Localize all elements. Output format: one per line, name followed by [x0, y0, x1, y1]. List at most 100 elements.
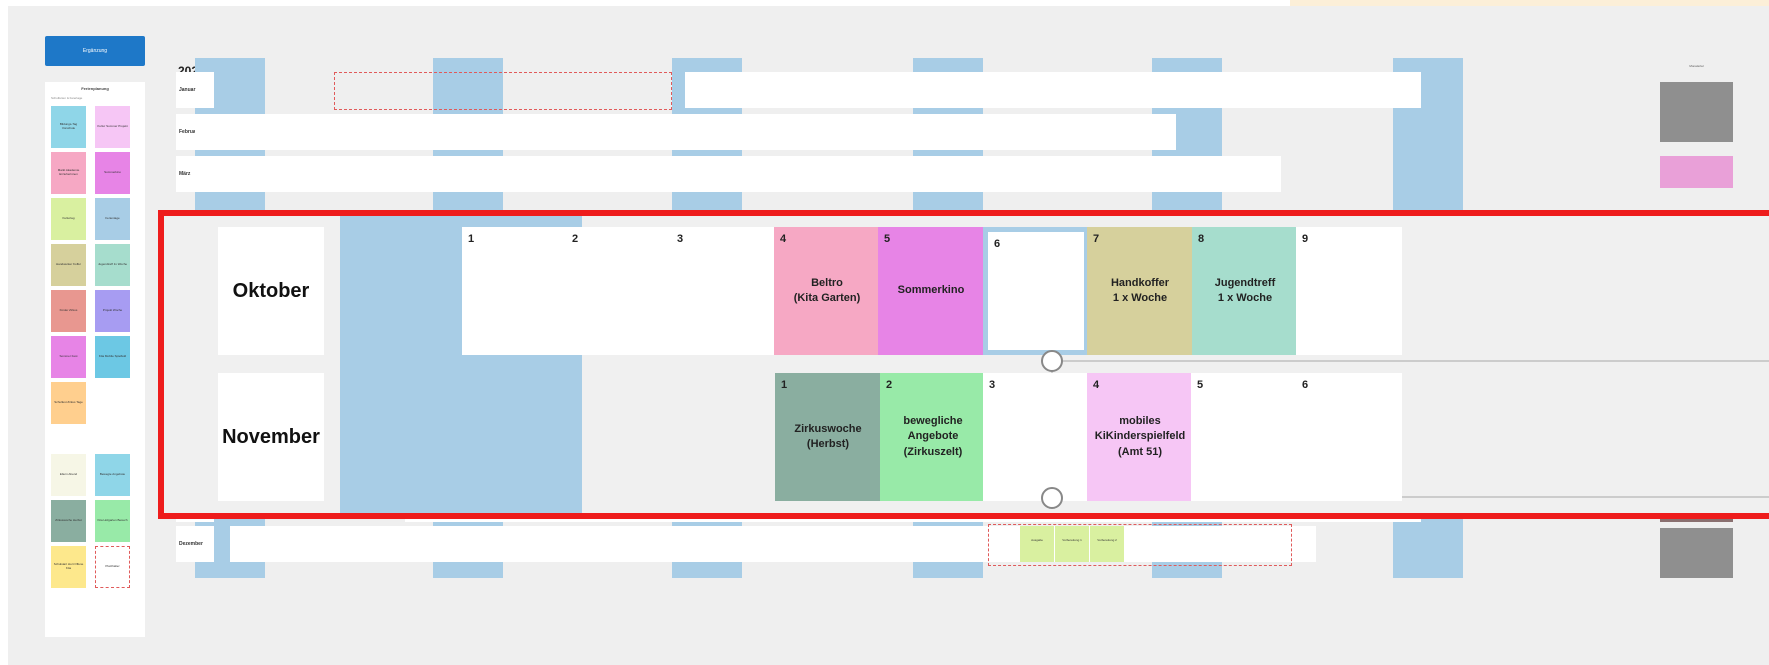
day-cell[interactable] — [370, 526, 406, 562]
day-cell[interactable] — [1210, 72, 1246, 108]
day-cell[interactable] — [860, 72, 896, 108]
day-cell[interactable] — [685, 114, 721, 150]
legend-item[interactable]: Jugendtreff 1x Woche — [95, 244, 130, 286]
day-cell[interactable] — [1350, 72, 1386, 108]
day-cell[interactable] — [650, 526, 686, 562]
zoom-day-cell[interactable]: 3 — [671, 227, 777, 355]
legend-item[interactable]: Markt Akademie Erzieherinnen — [51, 152, 86, 194]
day-cell[interactable] — [1175, 156, 1211, 192]
day-cell[interactable] — [545, 114, 581, 150]
day-cell[interactable] — [965, 156, 1001, 192]
day-cell[interactable] — [720, 72, 756, 108]
day-cell[interactable] — [405, 526, 441, 562]
day-cell[interactable] — [615, 526, 651, 562]
legend-item[interactable]: Kultur Sommer Projekt — [95, 106, 130, 148]
day-cell[interactable] — [685, 156, 721, 192]
day-cell[interactable] — [965, 72, 1001, 108]
day-cell[interactable] — [1140, 72, 1176, 108]
day-cell[interactable] — [475, 156, 511, 192]
legend-item[interactable]: Zirkuswoche Herbst — [51, 500, 86, 542]
selection-handle-bottom[interactable] — [1041, 487, 1063, 509]
zoom-day-cell[interactable]: 2 bewegliche Angebote (Zirkuszelt) — [880, 373, 986, 501]
day-cell[interactable] — [860, 156, 896, 192]
monthly-goal-december[interactable] — [1660, 528, 1733, 578]
day-cell[interactable] — [615, 156, 651, 192]
day-cell[interactable] — [300, 114, 336, 150]
day-cell[interactable] — [1140, 114, 1176, 150]
zoom-day-cell[interactable]: 6 — [1296, 373, 1402, 501]
day-cell[interactable] — [580, 156, 616, 192]
day-cell[interactable] — [930, 114, 966, 150]
day-cell[interactable] — [1105, 156, 1141, 192]
day-cell[interactable] — [265, 114, 301, 150]
legend-item[interactable]: Platzhalter — [95, 546, 130, 588]
day-cell[interactable] — [510, 156, 546, 192]
zoom-day-cell[interactable]: 9 — [1296, 227, 1402, 355]
day-cell[interactable] — [1105, 72, 1141, 108]
day-cell[interactable] — [615, 114, 651, 150]
day-cell[interactable] — [825, 526, 861, 562]
day-cell[interactable] — [300, 156, 336, 192]
day-cell[interactable] — [1280, 72, 1316, 108]
day-cell[interactable] — [475, 114, 511, 150]
day-cell[interactable] — [1000, 156, 1036, 192]
day-cell[interactable] — [1035, 156, 1071, 192]
december-tag-1[interactable]: Ausgabe — [1020, 526, 1054, 562]
zoom-day-cell[interactable]: 4 Beltro (Kita Garten) — [774, 227, 880, 355]
monthly-goal-march[interactable] — [1660, 156, 1733, 188]
day-cell[interactable] — [440, 114, 476, 150]
day-cell[interactable] — [510, 114, 546, 150]
legend-item[interactable]: Handwerker Koffer — [51, 244, 86, 286]
day-cell[interactable] — [755, 526, 791, 562]
day-cell[interactable] — [335, 526, 371, 562]
day-cell[interactable] — [1385, 72, 1421, 108]
december-tag-2[interactable]: Vorbereitung 1 — [1055, 526, 1089, 562]
day-cell[interactable] — [1070, 72, 1106, 108]
day-cell[interactable] — [895, 114, 931, 150]
day-cell[interactable] — [720, 526, 756, 562]
day-cell[interactable] — [1000, 72, 1036, 108]
day-cell[interactable] — [1210, 156, 1246, 192]
day-cell[interactable] — [440, 526, 476, 562]
day-cell[interactable] — [1245, 72, 1281, 108]
day-cell[interactable] — [755, 72, 791, 108]
day-cell[interactable] — [335, 114, 371, 150]
monthly-goal-january[interactable] — [1660, 82, 1733, 142]
legend-item[interactable]: Bewegte Angebote — [95, 454, 130, 496]
day-cell[interactable] — [650, 114, 686, 150]
day-cell[interactable] — [405, 114, 441, 150]
day-cell[interactable] — [895, 526, 931, 562]
selection-handle-top[interactable] — [1041, 350, 1063, 372]
legend-item[interactable]: Schulfest Zirkus Tage — [51, 382, 86, 424]
zoom-day-cell[interactable]: 3 — [983, 373, 1089, 501]
day-cell[interactable] — [265, 156, 301, 192]
day-cell[interactable] — [580, 114, 616, 150]
day-cell[interactable] — [545, 156, 581, 192]
day-cell[interactable] — [230, 114, 266, 150]
day-cell[interactable] — [860, 114, 896, 150]
day-cell[interactable] — [1070, 156, 1106, 192]
day-cell[interactable] — [1035, 72, 1071, 108]
day-cell[interactable] — [545, 526, 581, 562]
zoom-day-cell[interactable]: 1 — [462, 227, 568, 355]
day-cell[interactable] — [685, 526, 721, 562]
day-cell[interactable] — [790, 114, 826, 150]
legend-item[interactable]: Sommerkino — [95, 152, 130, 194]
day-cell[interactable] — [930, 156, 966, 192]
day-cell[interactable] — [580, 526, 616, 562]
day-cell[interactable] — [1175, 72, 1211, 108]
zoom-day-cell[interactable]: 5 — [1191, 373, 1297, 501]
day-cell[interactable] — [195, 114, 231, 150]
day-cell[interactable] — [930, 526, 966, 562]
primary-button[interactable]: Ergänzung — [45, 36, 145, 66]
legend-item[interactable]: Kita Mobile Spielfeld — [95, 336, 130, 378]
legend-item[interactable]: Kita Hofgarten Besuch — [95, 500, 130, 542]
zoom-day-cell[interactable]: 1 Zirkuswoche (Herbst) — [775, 373, 881, 501]
legend-item[interactable]: Kinder Zirkus — [51, 290, 86, 332]
day-cell[interactable] — [825, 72, 861, 108]
day-cell[interactable] — [440, 156, 476, 192]
day-cell[interactable] — [930, 72, 966, 108]
day-cell[interactable] — [230, 526, 266, 562]
day-cell[interactable] — [685, 72, 721, 108]
day-cell[interactable] — [895, 156, 931, 192]
